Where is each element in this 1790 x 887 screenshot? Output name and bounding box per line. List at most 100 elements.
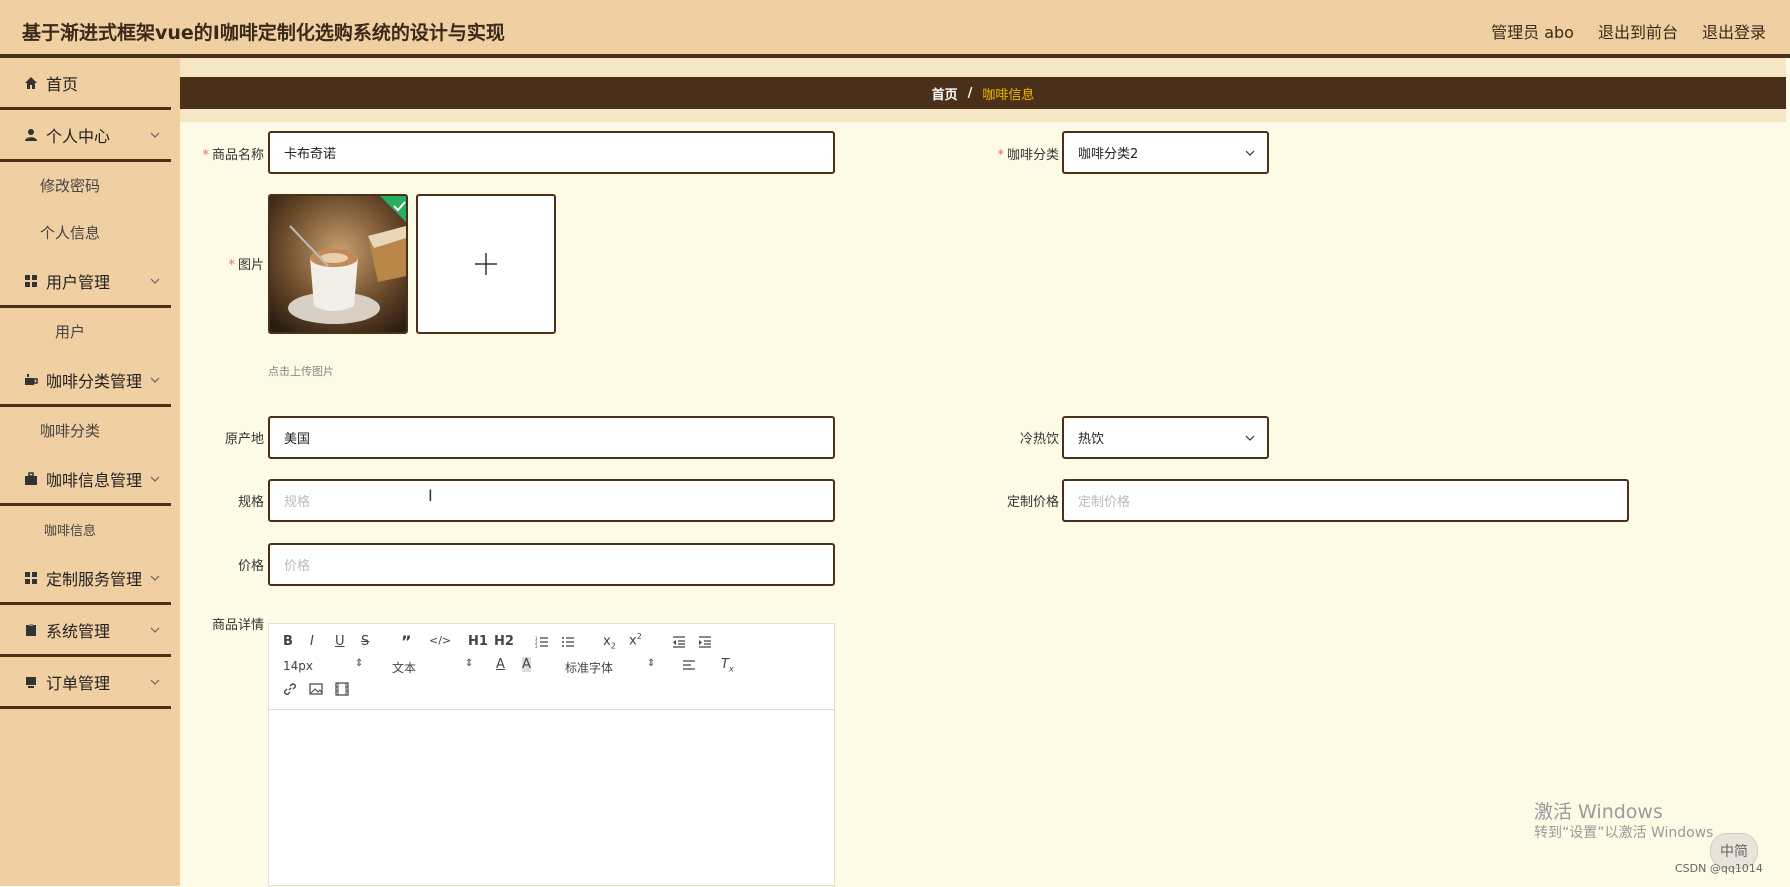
updown-icon: ⇕ [355, 658, 364, 669]
sidebar-item-home[interactable]: 首页 [0, 58, 171, 110]
chevron-down-icon [150, 679, 160, 685]
uploaded-image-thumbnail[interactable] [268, 194, 408, 334]
sidebar-item-custom-service-management[interactable]: 定制服务管理 [0, 553, 171, 605]
briefcase-icon [25, 471, 37, 485]
sidebar-item-label: 定制服务管理 [46, 569, 143, 589]
label-text: 商品名称 [211, 148, 264, 163]
home-icon [25, 76, 37, 89]
blockquote-button[interactable]: ” [401, 632, 412, 651]
code-block-button[interactable]: </> [429, 634, 451, 647]
current-user: 管理员 abo [1491, 23, 1574, 42]
align-icon[interactable] [682, 659, 696, 673]
sidebar-subitem-personal-info[interactable]: 个人信息 [0, 209, 140, 256]
subscript-button[interactable]: x2 [603, 634, 616, 651]
ordered-list-icon[interactable]: 123 [535, 635, 549, 649]
name-label: * 商品名称 [180, 144, 264, 163]
sidebar-item-category-management[interactable]: 咖啡分类管理 [0, 355, 171, 407]
sidebar-subitem-category[interactable]: 咖啡分类 [0, 407, 140, 454]
price-input[interactable]: 价格 [268, 543, 835, 586]
image-label: * 图片 [180, 254, 264, 273]
temperature-select[interactable]: 热饮 [1062, 416, 1269, 459]
main-content: 首页 / 咖啡信息 *商品名称 卡布奇诺 *咖啡分类 咖啡分类2 *图片 [180, 58, 1786, 886]
sidebar-subitem-coffee-info[interactable]: 咖啡信息 [0, 506, 140, 553]
sidebar-item-label: 首页 [46, 74, 79, 94]
label-text: 图片 [237, 258, 264, 273]
spec-input[interactable]: 规格 [268, 479, 835, 522]
temperature-label: 冷热饮 [1019, 432, 1059, 447]
chevron-down-icon [150, 278, 160, 284]
origin-input[interactable]: 美国 [268, 416, 835, 459]
chevron-down-icon [1245, 150, 1255, 156]
editor-content-area[interactable] [269, 710, 834, 887]
plus-icon [475, 253, 497, 275]
sidebar-item-system-management[interactable]: 系统管理 [0, 605, 171, 657]
activate-windows-title: 激活 Windows [1534, 801, 1663, 823]
chevron-down-icon [150, 575, 160, 581]
font-color-icon[interactable]: A [496, 657, 505, 672]
updown-icon: ⇕ [647, 658, 656, 669]
clear-format-icon[interactable]: Tx [721, 657, 734, 674]
required-mark: * [228, 258, 235, 273]
paragraph-select[interactable]: 文本 [392, 659, 416, 676]
rich-text-editor: B I U S ” </> H1 H2 123 x2 x2 14px ⇕ 文本 … [268, 623, 835, 886]
bold-button[interactable]: B [283, 634, 293, 649]
text-cursor-icon: I [428, 486, 433, 505]
sidebar-subitem-user[interactable]: 用户 [0, 308, 140, 355]
superscript-button[interactable]: x2 [629, 632, 642, 648]
chevron-down-icon [150, 476, 160, 482]
sidebar-item-label: 个人中心 [46, 126, 111, 146]
spec-label: 规格 [237, 495, 264, 510]
custom-price-input[interactable]: 定制价格 [1062, 479, 1629, 522]
sidebar: 首页 个人中心 修改密码 个人信息 用户管理 用户 咖啡分类管理 咖啡分类 咖啡… [0, 58, 180, 886]
h2-button[interactable]: H2 [494, 634, 514, 649]
sidebar-item-user-management[interactable]: 用户管理 [0, 256, 171, 308]
required-mark: * [997, 148, 1004, 163]
sidebar-item-info-management[interactable]: 咖啡信息管理 [0, 454, 171, 506]
sidebar-item-label: 订单管理 [46, 673, 111, 693]
background-color-icon[interactable]: A [522, 657, 531, 672]
activate-windows-subtitle: 转到“设置”以激活 Windows [1534, 825, 1714, 841]
exit-to-front-link[interactable]: 退出到前台 [1598, 19, 1678, 43]
temperature-select-value: 热饮 [1078, 432, 1105, 447]
font-family-select[interactable]: 标准字体 [565, 659, 613, 676]
italic-button[interactable]: I [310, 634, 314, 649]
sidebar-item-personal[interactable]: 个人中心 [0, 110, 171, 162]
sidebar-item-order-management[interactable]: 订单管理 [0, 657, 171, 709]
user-icon [25, 128, 37, 141]
category-label: * 咖啡分类 [975, 144, 1059, 163]
category-select-value: 咖啡分类2 [1078, 147, 1139, 162]
grid-icon [25, 571, 37, 584]
top-actions: 管理员 abo 退出到前台 退出登录 [1491, 19, 1766, 43]
detail-label: 商品详情 [211, 618, 264, 633]
video-icon[interactable] [335, 682, 349, 696]
sidebar-subitem-change-password[interactable]: 修改密码 [0, 162, 140, 209]
required-mark: * [202, 148, 209, 163]
underline-button[interactable]: U [335, 634, 345, 649]
grid-icon [25, 274, 37, 287]
sidebar-item-label: 用户管理 [46, 272, 111, 292]
order-icon [26, 676, 36, 688]
csdn-watermark: CSDN @qq1014 [1675, 862, 1763, 875]
product-name-input[interactable]: 卡布奇诺 [268, 131, 835, 174]
sidebar-item-label: 系统管理 [46, 621, 111, 641]
h1-button[interactable]: H1 [468, 634, 488, 649]
chevron-down-icon [1245, 435, 1255, 441]
bullet-list-icon[interactable] [561, 635, 575, 649]
upload-hint: 点击上传图片 [268, 365, 334, 378]
breadcrumb-separator: / [967, 85, 973, 101]
breadcrumb-home-link[interactable]: 首页 [932, 84, 958, 103]
custom-price-label: 定制价格 [1006, 495, 1059, 510]
price-label: 价格 [237, 559, 264, 574]
breadcrumb-current: 咖啡信息 [982, 87, 1035, 103]
strike-button[interactable]: S [361, 634, 369, 649]
image-icon[interactable] [309, 682, 323, 696]
indent-icon[interactable] [698, 635, 712, 649]
updown-icon: ⇕ [465, 658, 474, 669]
category-select[interactable]: 咖啡分类2 [1062, 131, 1269, 174]
link-icon[interactable] [283, 682, 297, 696]
sidebar-item-label: 咖啡信息管理 [46, 470, 143, 490]
logout-link[interactable]: 退出登录 [1702, 19, 1766, 43]
font-size-select[interactable]: 14px [283, 659, 313, 673]
add-image-button[interactable] [416, 194, 556, 334]
outdent-icon[interactable] [672, 635, 686, 649]
